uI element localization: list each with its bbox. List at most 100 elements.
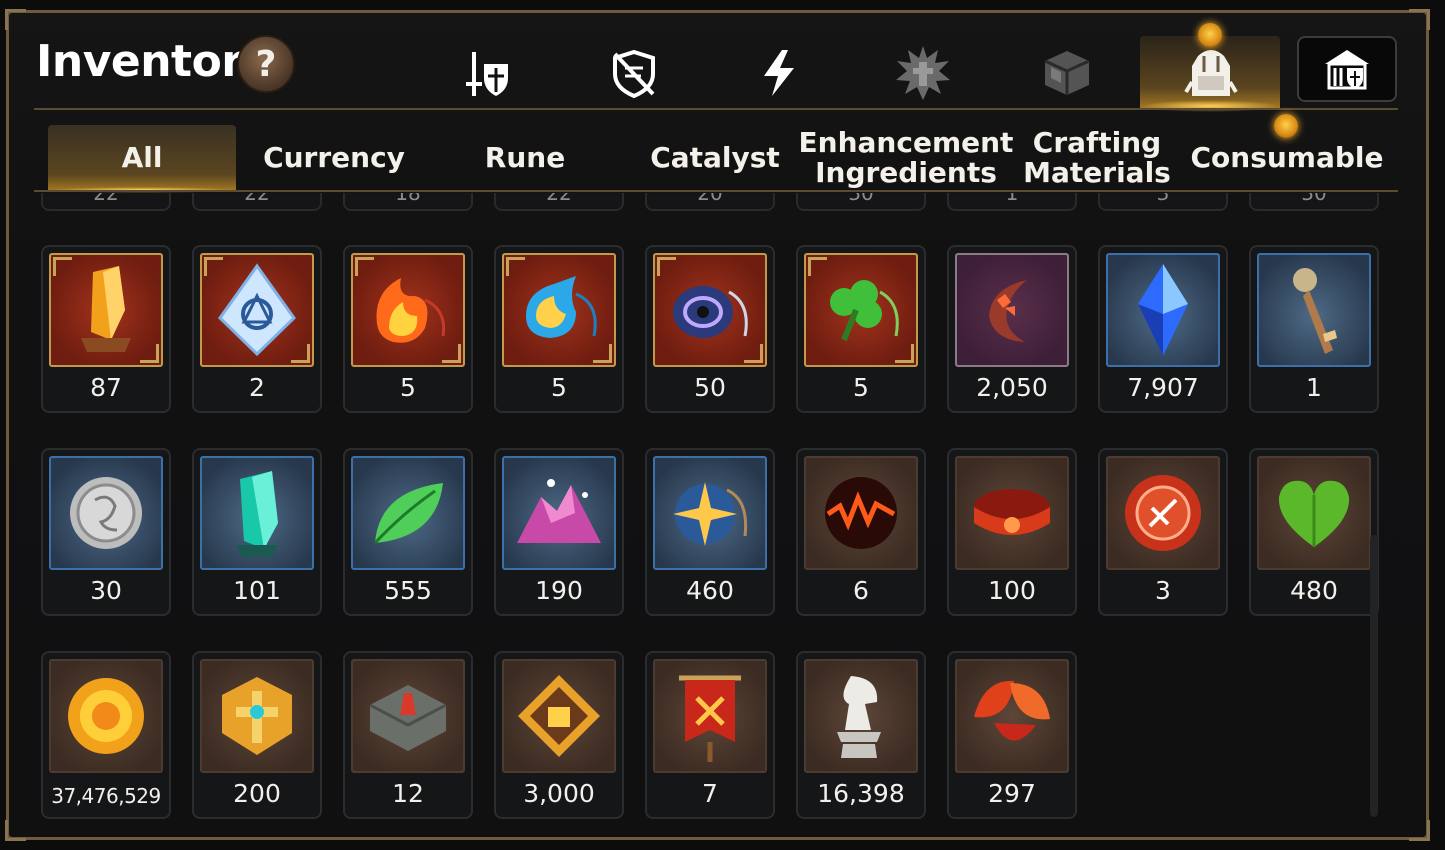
- item-count: 5: [853, 373, 869, 402]
- inventory-slot[interactable]: 6: [796, 448, 926, 616]
- inventory-slot[interactable]: 7: [645, 651, 775, 819]
- inventory-slot[interactable]: 5: [343, 245, 473, 413]
- blue-gem-icon: [1106, 253, 1220, 367]
- pendant-key-icon: [1257, 253, 1371, 367]
- backpack-icon[interactable]: [1178, 40, 1244, 106]
- ghost-slot: 1: [947, 193, 1077, 211]
- item-count: 5: [400, 373, 416, 402]
- tab-crafting-materials[interactable]: Crafting Materials: [1002, 125, 1192, 191]
- item-count: 37,476,529: [51, 784, 161, 808]
- inventory-slot[interactable]: 2: [192, 245, 322, 413]
- inventory-slot[interactable]: 5: [796, 245, 926, 413]
- item-count: 190: [535, 576, 583, 605]
- inventory-slot[interactable]: 12: [343, 651, 473, 819]
- red-leaves-icon: [955, 659, 1069, 773]
- crescent-rune-icon: [955, 253, 1069, 367]
- item-count: 30: [90, 576, 122, 605]
- help-button[interactable]: ?: [237, 35, 295, 93]
- inventory-slot[interactable]: 200: [192, 651, 322, 819]
- inventory-slot[interactable]: 555: [343, 448, 473, 616]
- inventory-slot[interactable]: 2,050: [947, 245, 1077, 413]
- inventory-slot[interactable]: 37,476,529: [41, 651, 171, 819]
- star-amulet-icon: [653, 456, 767, 570]
- item-count: 555: [384, 576, 432, 605]
- item-count: 87: [90, 373, 122, 402]
- item-count: 3: [1155, 576, 1171, 605]
- ghost-slot: 22: [192, 193, 322, 211]
- green-leaf-icon: [351, 456, 465, 570]
- inventory-slot[interactable]: 101: [192, 448, 322, 616]
- void-rune-icon: [653, 253, 767, 367]
- frame-corner: [1409, 9, 1430, 30]
- cube-icon[interactable]: [1034, 40, 1100, 106]
- inventory-slot[interactable]: 100: [947, 448, 1077, 616]
- tab-divider: [34, 190, 1398, 192]
- inventory-slot[interactable]: 16,398: [796, 651, 926, 819]
- inventory-slot[interactable]: 87: [41, 245, 171, 413]
- frame-corner: [442, 344, 461, 363]
- inventory-slot[interactable]: 297: [947, 651, 1077, 819]
- inventory-slot[interactable]: 3,000: [494, 651, 624, 819]
- stone-compass-icon: [351, 659, 465, 773]
- frame-corner: [593, 344, 612, 363]
- pink-ore-icon: [502, 456, 616, 570]
- frame-corner: [5, 820, 26, 841]
- item-count: 7: [702, 779, 718, 808]
- guild-building-icon[interactable]: [1297, 36, 1397, 102]
- frame-corner: [355, 257, 374, 276]
- ghost-slot: 20: [645, 193, 775, 211]
- item-count: 5: [551, 373, 567, 402]
- frame-corner: [5, 9, 26, 30]
- item-count: 16,398: [817, 779, 905, 808]
- inventory-slot[interactable]: 7,907: [1098, 245, 1228, 413]
- tab-currency[interactable]: Currency: [240, 125, 428, 191]
- inventory-slot[interactable]: 30: [41, 448, 171, 616]
- inventory-slot[interactable]: 190: [494, 448, 624, 616]
- triquetra-crystal-icon: [200, 253, 314, 367]
- tab-catalyst[interactable]: Catalyst: [620, 125, 810, 191]
- fire-rune-icon: [351, 253, 465, 367]
- ghost-slot: 30: [796, 193, 926, 211]
- tab-rune[interactable]: Rune: [430, 125, 620, 191]
- header-divider: [34, 108, 1398, 110]
- frame-corner: [204, 257, 223, 276]
- grid-scrollbar[interactable]: [1370, 535, 1378, 817]
- item-count: 297: [988, 779, 1036, 808]
- item-count: 200: [233, 779, 281, 808]
- inventory-slot[interactable]: 50: [645, 245, 775, 413]
- item-count: 480: [1290, 576, 1338, 605]
- sword-shield-icon[interactable]: [456, 40, 522, 106]
- frame-corner: [291, 344, 310, 363]
- green-heart-icon: [1257, 456, 1371, 570]
- item-count: 2: [249, 373, 265, 402]
- water-rune-icon: [502, 253, 616, 367]
- inventory-slot[interactable]: 5: [494, 245, 624, 413]
- inventory-slot[interactable]: 1: [1249, 245, 1379, 413]
- notification-dot: [1198, 23, 1222, 47]
- ghost-slot: 22: [494, 193, 624, 211]
- notification-dot: [1274, 114, 1298, 138]
- lightning-icon[interactable]: [746, 40, 812, 106]
- item-count: 50: [694, 373, 726, 402]
- spiky-emblem-icon[interactable]: [890, 40, 956, 106]
- amber-crystal-icon: [49, 253, 163, 367]
- frame-corner: [657, 257, 676, 276]
- lava-orb-icon: [804, 456, 918, 570]
- item-count: 12: [392, 779, 424, 808]
- item-count: 101: [233, 576, 281, 605]
- fist-badge-icon: [502, 659, 616, 773]
- teal-crystal-icon: [200, 456, 314, 570]
- inventory-slot[interactable]: 3: [1098, 448, 1228, 616]
- inventory-slot[interactable]: 460: [645, 448, 775, 616]
- ghost-slot: 3: [1098, 193, 1228, 211]
- frame-corner: [506, 257, 525, 276]
- broken-shield-icon[interactable]: [601, 40, 667, 106]
- silver-coin-icon: [49, 456, 163, 570]
- frame-corner: [895, 344, 914, 363]
- tab-all[interactable]: All: [48, 125, 236, 193]
- item-count: 2,050: [976, 373, 1048, 402]
- frame-corner: [744, 344, 763, 363]
- horse-statue-icon: [804, 659, 918, 773]
- inventory-slot[interactable]: 480: [1249, 448, 1379, 616]
- tab-enhancement-ingredients[interactable]: Enhancement Ingredients: [799, 125, 1014, 191]
